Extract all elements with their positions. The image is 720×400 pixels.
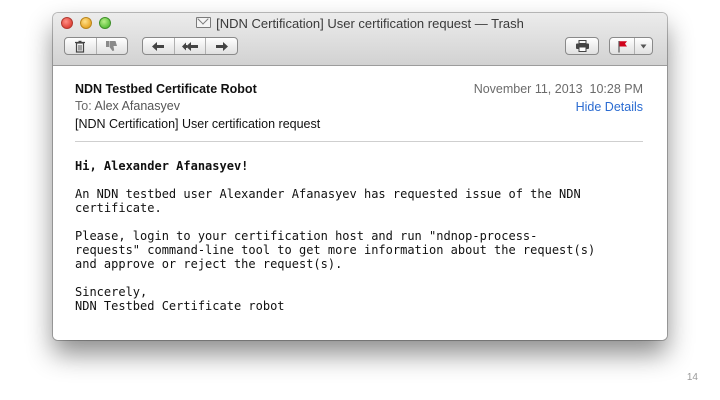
thumbs-down-icon xyxy=(106,41,118,51)
mail-window: [NDN Certification] User certification r… xyxy=(53,13,667,340)
reply-arrow-icon xyxy=(152,41,165,51)
body-paragraph: Please, login to your certification host… xyxy=(75,229,596,271)
page-number: 14 xyxy=(686,372,698,383)
delete-junk-group xyxy=(64,37,128,55)
to-label: To: xyxy=(75,99,92,113)
body-paragraph: An NDN testbed user Alexander Afanasyev … xyxy=(75,187,581,215)
reply-button[interactable] xyxy=(143,38,174,54)
header-divider xyxy=(75,141,643,142)
flag-button[interactable] xyxy=(609,37,653,55)
message-date: November 11, 2013 10:28 PM xyxy=(473,82,643,96)
printer-icon xyxy=(575,40,589,52)
forward-arrow-icon xyxy=(215,41,228,51)
print-button[interactable] xyxy=(565,37,599,55)
forward-button[interactable] xyxy=(205,38,237,54)
flag-menu-button[interactable] xyxy=(634,38,652,54)
chevron-down-icon xyxy=(640,44,647,48)
recipient-line: To: Alex Afanasyev xyxy=(75,99,180,113)
window-title-text: [NDN Certification] User certification r… xyxy=(216,16,524,31)
flag-button-main[interactable] xyxy=(610,38,634,54)
junk-button[interactable] xyxy=(95,38,128,54)
window-title: [NDN Certification] User certification r… xyxy=(53,16,667,31)
message-view: NDN Testbed Certificate Robot To: Alex A… xyxy=(53,66,667,340)
message-body: Hi, Alexander Afanasyev! An NDN testbed … xyxy=(75,159,645,327)
red-flag-icon xyxy=(618,40,627,52)
reply-group xyxy=(142,37,238,55)
trash-icon xyxy=(75,40,86,53)
reply-all-button[interactable] xyxy=(173,38,206,54)
hide-details-link[interactable]: Hide Details xyxy=(576,100,643,114)
delete-button[interactable] xyxy=(65,38,96,54)
toolbar: [NDN Certification] User certification r… xyxy=(53,13,667,66)
reply-all-arrow-icon xyxy=(182,41,198,51)
sender-name: NDN Testbed Certificate Robot xyxy=(75,82,257,96)
closing-signature: Sincerely, NDN Testbed Certificate robot xyxy=(75,285,285,313)
subject-line: [NDN Certification] User certification r… xyxy=(75,117,321,131)
recipient-name[interactable]: Alex Afanasyev xyxy=(94,99,179,113)
envelope-icon xyxy=(196,17,212,28)
greeting: Hi, Alexander Afanasyev! xyxy=(75,159,249,173)
